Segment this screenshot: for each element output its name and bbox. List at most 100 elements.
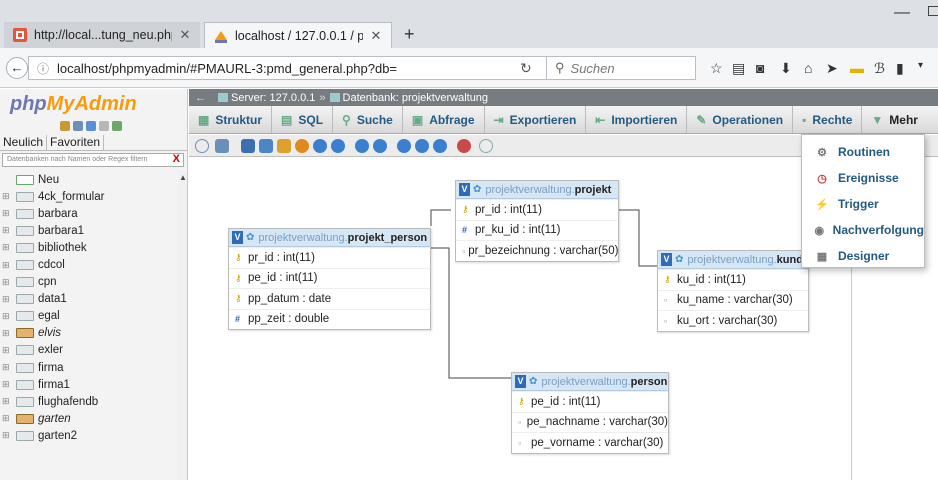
table-header[interactable]: V ✿ projektverwaltung. kunde: [658, 251, 808, 269]
database-item[interactable]: ⊞ flughafendb: [0, 393, 178, 410]
expand-icon[interactable]: ⊞: [0, 396, 16, 407]
expand-icon[interactable]: ⊞: [0, 311, 16, 322]
menu-item-designer[interactable]: ▦ Designer: [802, 243, 924, 269]
minimize-icon[interactable]: —: [894, 4, 910, 22]
reload-icon[interactable]: [355, 139, 369, 153]
clear-filter-icon[interactable]: X: [173, 153, 180, 165]
expand-icon[interactable]: ⊞: [0, 379, 16, 390]
expand-icon[interactable]: ⊞: [0, 345, 16, 356]
toggle-relations-icon[interactable]: [457, 139, 471, 153]
column-row[interactable]: ⚷ pr_id : int(11): [456, 199, 618, 220]
expand-icon[interactable]: ⊞: [0, 328, 16, 339]
send-icon[interactable]: ➤: [826, 60, 838, 77]
reload-nav-icon[interactable]: [112, 121, 122, 131]
table-options-icon[interactable]: ✿: [246, 232, 254, 243]
maximize-icon[interactable]: [928, 6, 938, 16]
table-projekt[interactable]: V ✿ projektverwaltung. projekt ⚷ pr_id : int(…: [455, 180, 619, 262]
delete-page-icon[interactable]: [277, 139, 291, 153]
search-input[interactable]: ⚲ Suchen: [546, 56, 696, 80]
snap-grid-icon[interactable]: [415, 139, 429, 153]
open-page-icon[interactable]: [259, 139, 273, 153]
tab-exportieren[interactable]: ⇥ Exportieren: [485, 106, 587, 133]
settings-icon[interactable]: [99, 121, 109, 131]
tab-suche[interactable]: ⚲ Suche: [333, 106, 403, 133]
toggle-columns-icon[interactable]: V: [459, 183, 470, 196]
expand-icon[interactable]: ⊞: [0, 208, 16, 219]
database-item[interactable]: ⊞ barbara: [0, 205, 178, 222]
browser-tab-1[interactable]: http://local...tung_neu.php ✕: [4, 22, 200, 48]
database-item[interactable]: ⊞ bibliothek: [0, 239, 178, 256]
column-row[interactable]: ⚷ ku_id : int(11): [658, 269, 808, 290]
column-row[interactable]: ⚷ pe_id : int(11): [229, 267, 430, 289]
expand-icon[interactable]: ⊞: [0, 413, 16, 424]
tab-importieren[interactable]: ⇤ Importieren: [586, 106, 688, 133]
breadcrumb-server[interactable]: Server: 127.0.0.1: [231, 92, 315, 104]
toggle-columns-icon[interactable]: V: [515, 375, 526, 388]
database-item[interactable]: ⊞ barbara1: [0, 222, 178, 239]
expand-icon[interactable]: ⊞: [0, 225, 16, 236]
reading-list-icon[interactable]: ▤: [732, 60, 745, 77]
column-row[interactable]: ▫ ku_name : varchar(30): [658, 289, 808, 311]
database-item[interactable]: ⊞ exler: [0, 342, 178, 359]
column-row[interactable]: # pr_ku_id : int(11): [456, 219, 618, 241]
column-row[interactable]: ⚷ pp_datum : date: [229, 288, 430, 309]
breadcrumb-database[interactable]: Datenbank: projektverwaltung: [343, 92, 489, 104]
toggle-panel-icon[interactable]: [195, 139, 209, 153]
tab-recent[interactable]: Neulich: [0, 135, 48, 150]
toggle-columns-icon[interactable]: V: [232, 231, 243, 244]
home-icon[interactable]: ⌂: [804, 60, 812, 76]
save-icon[interactable]: [241, 139, 255, 153]
close-tab-icon[interactable]: ✕: [178, 27, 192, 43]
database-item[interactable]: ⊞ garten2: [0, 427, 178, 444]
database-item[interactable]: ⊞ 4ck_formular: [0, 188, 178, 205]
create-table-icon[interactable]: [295, 139, 309, 153]
expand-icon[interactable]: ⊞: [0, 362, 16, 373]
tab-abfrage[interactable]: ▣ Abfrage: [403, 106, 485, 133]
fullscreen-icon[interactable]: [215, 139, 229, 153]
column-row[interactable]: ▫ ku_ort : varchar(30): [658, 310, 808, 331]
reload-icon[interactable]: ↻: [520, 60, 532, 77]
table-person[interactable]: V ✿ projektverwaltung. person ⚷ pe_id : int(1…: [511, 372, 669, 454]
new-tab-button[interactable]: +: [404, 24, 415, 45]
db-filter-input[interactable]: Datenbanken nach Namen oder Regex filter…: [2, 153, 184, 167]
url-bar[interactable]: ⓘ localhost/phpmyadmin/#PMAURL-3:pmd_gen…: [28, 56, 564, 80]
database-item[interactable]: ⊞ data1: [0, 291, 178, 308]
table-options-icon[interactable]: ✿: [473, 184, 481, 195]
browser-tab-2[interactable]: localhost / 127.0.0.1 / proj... ✕: [204, 22, 392, 48]
expand-icon[interactable]: ⊞: [0, 277, 16, 288]
column-row[interactable]: ⚷ pe_id : int(11): [512, 391, 668, 412]
menu-item-routinen[interactable]: ⚙ Routinen: [802, 139, 924, 165]
tab-mehr[interactable]: ▼ Mehr: [862, 106, 927, 133]
collapse-icon[interactable]: ←: [195, 92, 206, 104]
download-icon[interactable]: ⬇: [780, 60, 792, 77]
extension-icon[interactable]: ▬: [850, 60, 864, 76]
tab-rechte[interactable]: ▪ Rechte: [793, 106, 863, 133]
menu-item-ereignisse[interactable]: ◷ Ereignisse: [802, 165, 924, 191]
table-header[interactable]: V ✿ projektverwaltung. projekt: [456, 181, 618, 199]
back-arrow-icon[interactable]: ←: [6, 57, 28, 79]
table-header[interactable]: V ✿ projektverwaltung. person: [512, 373, 668, 391]
table-options-icon[interactable]: ✿: [529, 376, 537, 387]
menu-item-nachverfolgung[interactable]: ◉ Nachverfolgung: [802, 217, 924, 243]
expand-icon[interactable]: ⊞: [0, 294, 16, 305]
angular-links-icon[interactable]: [397, 139, 411, 153]
tab-struktur[interactable]: ▦ Struktur: [189, 106, 273, 133]
database-item[interactable]: ⊞ egal: [0, 308, 178, 325]
table-kunde[interactable]: V ✿ projektverwaltung. kunde ⚷ ku_id : int(11…: [657, 250, 809, 332]
expand-icon[interactable]: ⊞: [0, 260, 16, 271]
tab-sql[interactable]: ▤ SQL: [272, 106, 334, 133]
pma-logo[interactable]: phpMyAdmin: [10, 93, 137, 116]
close-tab-icon[interactable]: ✕: [369, 28, 383, 44]
column-row[interactable]: ⚷ pr_id : int(11): [229, 247, 430, 268]
docs-icon[interactable]: [86, 121, 96, 131]
export-schema-icon[interactable]: [479, 139, 493, 153]
table-header[interactable]: V ✿ projektverwaltung. projekt_person: [229, 229, 430, 247]
database-item[interactable]: ⊞ elvis: [0, 325, 178, 342]
pocket-icon[interactable]: ◙: [756, 60, 764, 76]
table-options-icon[interactable]: ✿: [675, 254, 683, 265]
tab-operationen[interactable]: ✎ Operationen: [687, 106, 794, 133]
menu-icon[interactable]: ▮: [896, 60, 904, 77]
scroll-up-icon[interactable]: ▲: [179, 173, 187, 182]
overflow-icon[interactable]: ▾: [918, 60, 923, 71]
column-row[interactable]: # pp_zeit : double: [229, 308, 430, 330]
